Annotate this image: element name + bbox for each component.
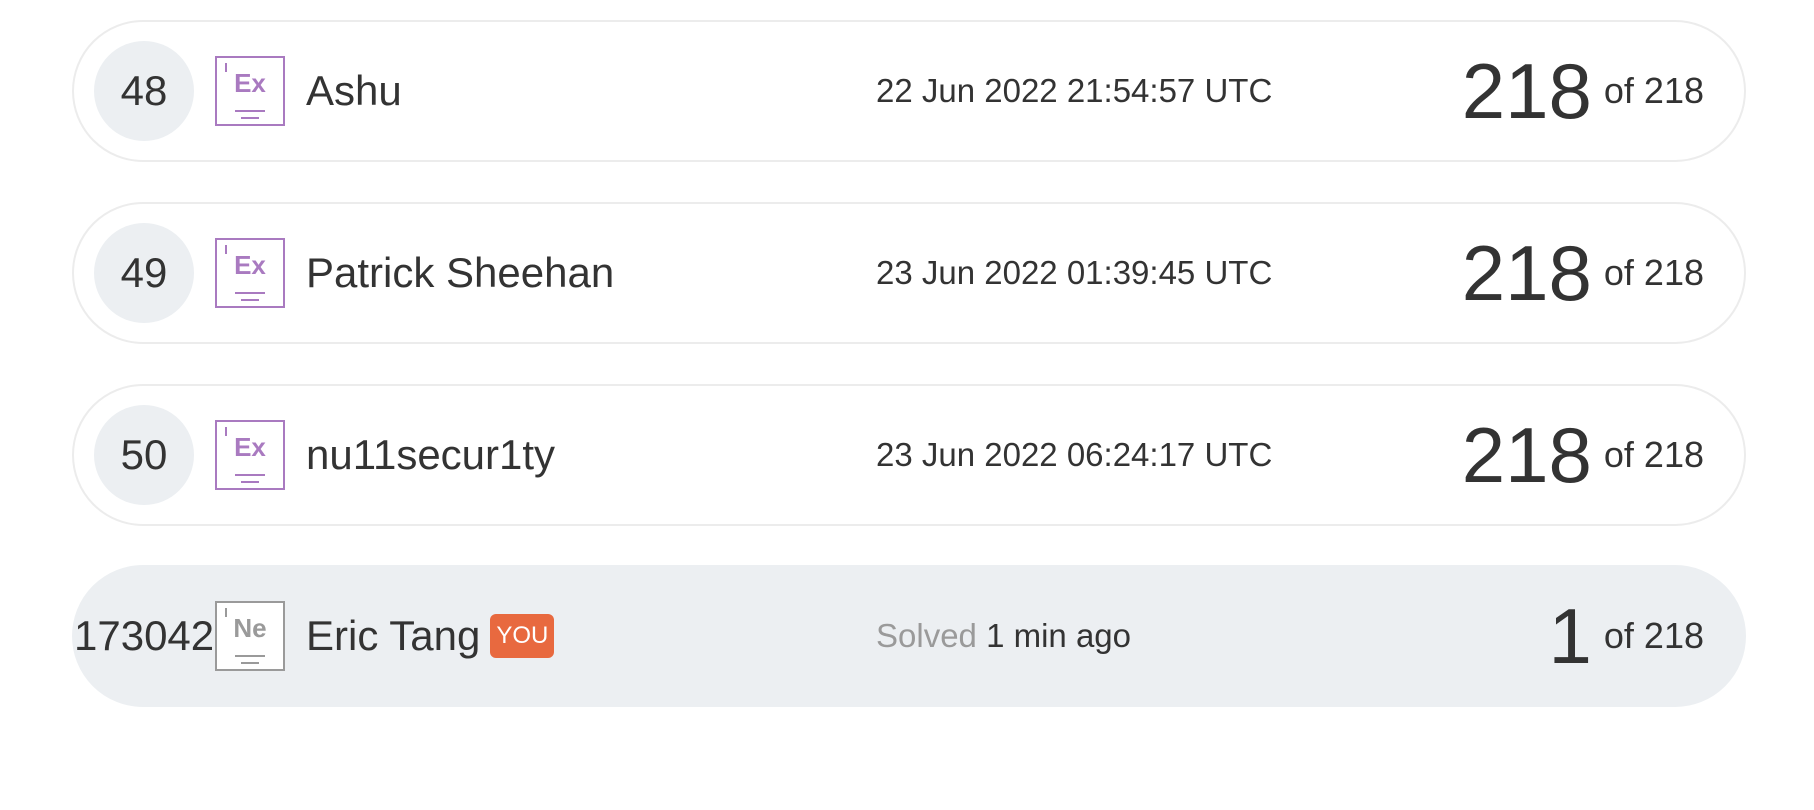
user-name[interactable]: Eric Tang YOU bbox=[306, 612, 555, 660]
score: 218 of 218 bbox=[1462, 51, 1704, 131]
rank-badge: 49 bbox=[94, 223, 194, 323]
user-name[interactable]: nu11secur1ty bbox=[306, 431, 555, 479]
solve-time: Solved 1 min ago bbox=[876, 617, 1131, 655]
leaderboard-row[interactable]: 48 Ex Ashu 22 Jun 2022 21:54:57 UTC 218 … bbox=[72, 20, 1746, 162]
badge-symbol: Ex bbox=[234, 68, 266, 98]
solve-time: 23 Jun 2022 01:39:45 UTC bbox=[876, 254, 1273, 291]
user-name-text: Eric Tang bbox=[306, 612, 481, 659]
score-total: of 218 bbox=[1603, 615, 1704, 656]
solve-time: 23 Jun 2022 06:24:17 UTC bbox=[876, 436, 1273, 473]
score-value: 218 bbox=[1461, 47, 1592, 135]
rank-badge: 50 bbox=[94, 405, 194, 505]
current-user-row[interactable]: 173042 Ne Eric Tang YOU Solved 1 min ago… bbox=[72, 565, 1746, 707]
element-ex-icon: Ex bbox=[215, 56, 285, 126]
user-name[interactable]: Ashu bbox=[306, 67, 402, 115]
leaderboard-list: 48 Ex Ashu 22 Jun 2022 21:54:57 UTC 218 … bbox=[0, 0, 1814, 810]
score-total: of 218 bbox=[1603, 434, 1704, 475]
solved-time: 1 min ago bbox=[986, 617, 1132, 654]
score: 218 of 218 bbox=[1462, 415, 1704, 495]
badge-symbol: Ex bbox=[234, 250, 266, 280]
solve-time: 22 Jun 2022 21:54:57 UTC bbox=[876, 72, 1273, 109]
score-value: 1 bbox=[1548, 592, 1592, 680]
badge-symbol: Ex bbox=[234, 432, 266, 462]
score-total: of 218 bbox=[1603, 252, 1704, 293]
user-name[interactable]: Patrick Sheehan bbox=[306, 249, 614, 297]
score: 218 of 218 bbox=[1462, 233, 1704, 313]
score-value: 218 bbox=[1461, 411, 1592, 499]
solved-label: Solved bbox=[876, 617, 977, 654]
element-ex-icon: Ex bbox=[215, 238, 285, 308]
element-ex-icon: Ex bbox=[215, 420, 285, 490]
leaderboard-row[interactable]: 50 Ex nu11secur1ty 23 Jun 2022 06:24:17 … bbox=[72, 384, 1746, 526]
you-badge: YOU bbox=[490, 614, 555, 658]
leaderboard-row[interactable]: 49 Ex Patrick Sheehan 23 Jun 2022 01:39:… bbox=[72, 202, 1746, 344]
score-total: of 218 bbox=[1603, 70, 1704, 111]
element-ne-icon: Ne bbox=[215, 601, 285, 671]
rank-badge: 173042 bbox=[74, 612, 215, 659]
score: 1 of 218 bbox=[1549, 596, 1704, 676]
rank-badge: 48 bbox=[94, 41, 194, 141]
badge-symbol: Ne bbox=[233, 613, 267, 643]
score-value: 218 bbox=[1461, 229, 1592, 317]
